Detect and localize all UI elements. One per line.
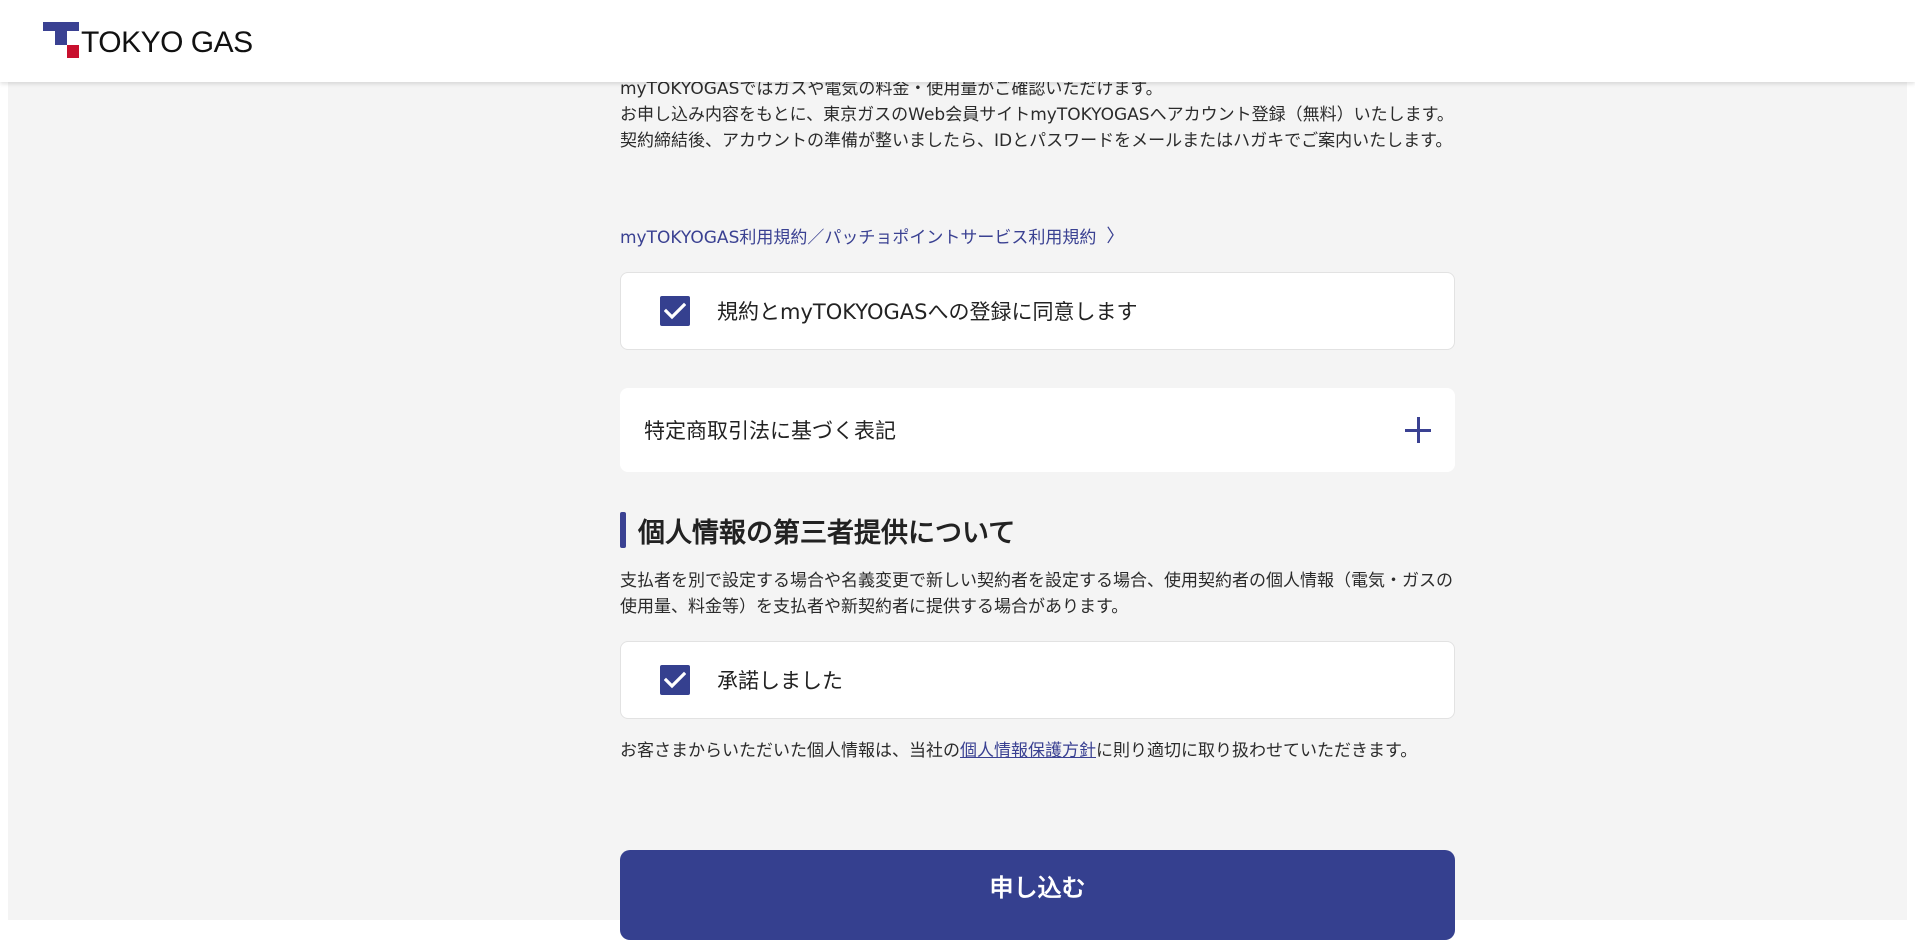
logo-mark-icon: [43, 22, 79, 58]
privacy-policy-link[interactable]: 個人情報保護方針: [960, 741, 1096, 761]
privacy-note: お客さまからいただいた個人情報は、当社の個人情報保護方針に則り適切に取り扱わせて…: [620, 738, 1455, 764]
consent-label[interactable]: 承諾しました: [717, 665, 843, 695]
third-party-description: 支払者を別で設定する場合や名義変更で新しい契約者を設定する場合、使用契約者の個人…: [620, 568, 1455, 620]
privacy-suffix: に則り適切に取り扱わせていただきます。: [1096, 741, 1418, 761]
consent-checkbox[interactable]: [660, 665, 690, 695]
third-party-heading: 個人情報の第三者提供について: [620, 512, 1455, 549]
submit-button[interactable]: 申し込む: [620, 850, 1455, 940]
checkmark-icon: [664, 671, 686, 689]
accordion-title: 特定商取引法に基づく表記: [644, 419, 896, 443]
privacy-note-text: お客さまからいただいた個人情報は、当社の個人情報保護方針に則り適切に取り扱わせて…: [620, 738, 1455, 764]
heading-accent-bar: [620, 512, 626, 548]
logo-text: TOKYO GAS: [81, 26, 253, 59]
terms-link-text[interactable]: myTOKYOGAS利用規約／パッチョポイントサービス利用規約: [620, 223, 1096, 248]
plus-icon[interactable]: [1405, 417, 1431, 443]
intro-line-3: 契約締結後、アカウントの準備が整いましたら、IDとパスワードをメールまたはハガキ…: [620, 131, 1453, 151]
site-header: TOKYO GAS: [0, 0, 1915, 82]
third-party-desc-text: 支払者を別で設定する場合や名義変更で新しい契約者を設定する場合、使用契約者の個人…: [620, 571, 1453, 617]
section-title: 個人情報の第三者提供について: [638, 517, 1016, 549]
consent-card[interactable]: 承諾しました: [620, 641, 1455, 719]
intro-line-2: お申し込み内容をもとに、東京ガスのWeb会員サイトmyTOKYOGASへアカウン…: [620, 105, 1454, 125]
chevron-right-icon: 〉: [1106, 226, 1125, 247]
privacy-prefix: お客さまからいただいた個人情報は、当社の: [620, 741, 960, 761]
terms-agree-label[interactable]: 規約とmyTOKYOGASへの登録に同意します: [717, 296, 1137, 326]
terms-agree-card[interactable]: 規約とmyTOKYOGASへの登録に同意します: [620, 272, 1455, 350]
terms-agree-checkbox[interactable]: [660, 296, 690, 326]
page: TOKYO GAS myTOKYOGASではガスや電気の料金・使用量がご確認いた…: [0, 0, 1915, 952]
main-content: myTOKYOGASではガスや電気の料金・使用量がご確認いただけます。 お申し込…: [8, 79, 1907, 940]
terms-link[interactable]: myTOKYOGAS利用規約／パッチョポイントサービス利用規約 〉: [620, 222, 1455, 248]
tokushoho-accordion[interactable]: 特定商取引法に基づく表記: [620, 388, 1455, 472]
tokyo-gas-logo[interactable]: TOKYO GAS: [43, 19, 253, 61]
checkmark-icon: [664, 302, 686, 320]
mytokyogas-intro: myTOKYOGASではガスや電気の料金・使用量がご確認いただけます。 お申し込…: [620, 76, 1455, 154]
